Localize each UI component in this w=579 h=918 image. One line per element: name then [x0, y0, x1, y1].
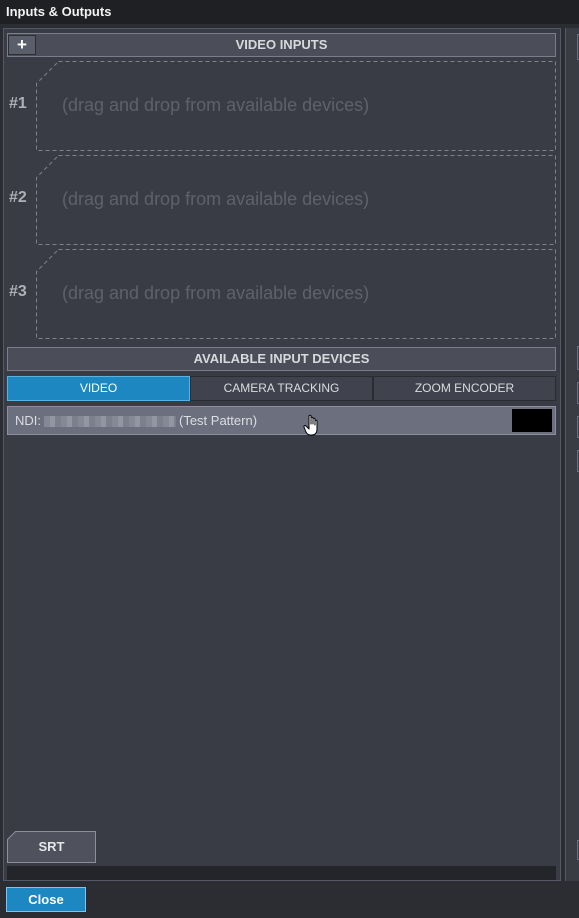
- horizontal-scrollbar[interactable]: [7, 866, 556, 880]
- device-name: (Test Pattern): [179, 413, 258, 428]
- slot-number: #1: [9, 95, 27, 112]
- redacted-device-name: [44, 416, 176, 427]
- tab-camera-tracking[interactable]: CAMERA TRACKING: [190, 376, 373, 401]
- tab-video[interactable]: VIDEO: [7, 376, 190, 401]
- window-title: Inputs & Outputs: [0, 0, 579, 24]
- right-panel-strip: [565, 28, 579, 881]
- device-source-prefix: NDI:: [15, 413, 41, 428]
- video-input-slot-2[interactable]: #2 (drag and drop from available devices…: [7, 155, 557, 247]
- video-input-slot-3[interactable]: #3 (drag and drop from available devices…: [7, 249, 557, 341]
- srt-tab-label: SRT: [38, 839, 65, 854]
- available-devices-header: AVAILABLE INPUT DEVICES: [7, 347, 556, 371]
- hand-cursor-icon: [303, 414, 318, 436]
- drop-zone[interactable]: (drag and drop from available devices): [36, 61, 556, 151]
- add-input-button[interactable]: +: [8, 35, 36, 55]
- slot-number: #3: [9, 283, 27, 300]
- slot-number: #2: [9, 189, 27, 206]
- device-preview-thumbnail: [512, 409, 552, 432]
- drop-placeholder: (drag and drop from available devices): [62, 95, 370, 115]
- srt-tab[interactable]: SRT: [7, 831, 96, 863]
- drop-zone[interactable]: (drag and drop from available devices): [36, 155, 556, 245]
- drop-placeholder: (drag and drop from available devices): [62, 189, 370, 209]
- close-button[interactable]: Close: [6, 887, 86, 912]
- video-inputs-header: VIDEO INPUTS: [7, 33, 556, 57]
- device-list-item[interactable]: NDI: (Test Pattern): [7, 406, 556, 435]
- drop-zone[interactable]: (drag and drop from available devices): [36, 249, 556, 339]
- video-input-slot-1[interactable]: #1 (drag and drop from available devices…: [7, 61, 557, 153]
- tab-zoom-encoder[interactable]: ZOOM ENCODER: [373, 376, 556, 401]
- device-type-tabs: VIDEO CAMERA TRACKING ZOOM ENCODER: [7, 376, 556, 401]
- drop-placeholder: (drag and drop from available devices): [62, 283, 370, 303]
